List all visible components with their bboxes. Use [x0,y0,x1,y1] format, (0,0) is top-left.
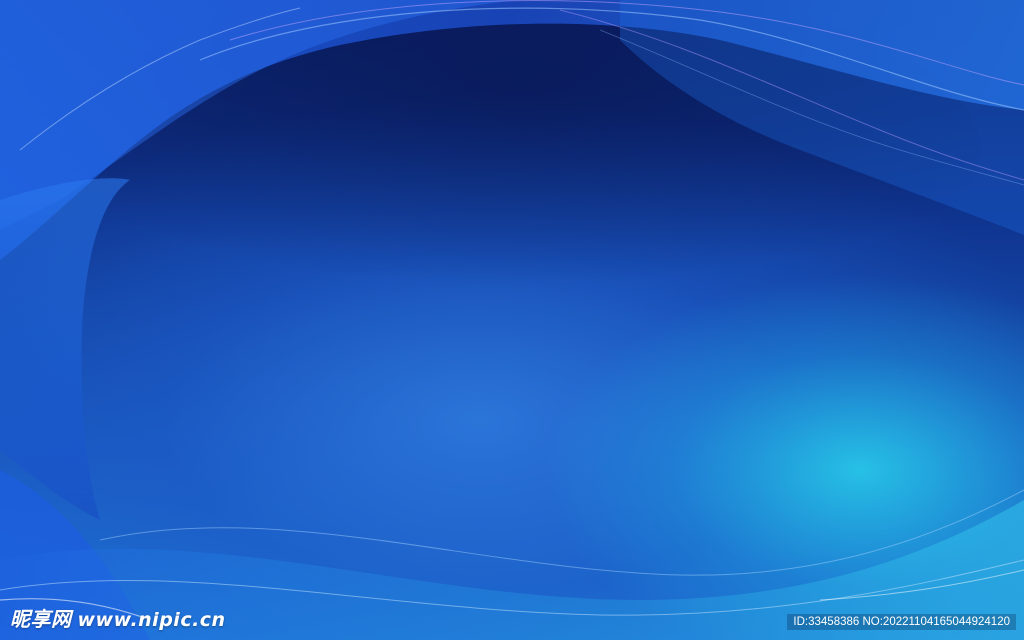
watermark-logo-url: www.nipic.cn [77,609,226,631]
left-wave-band [0,178,130,520]
watermark-logo-cn: 昵享网 [10,607,72,631]
watermark-id-label: ID:33458386 NO:20221104165044924120 [787,614,1016,630]
nipic-watermark-logo: 昵享网 www.nipic.cn [10,603,226,632]
abstract-blue-wave-background: 昵享网 www.nipic.cn ID:33458386 NO:202211041… [0,0,1024,640]
wave-overlay [0,0,1024,640]
